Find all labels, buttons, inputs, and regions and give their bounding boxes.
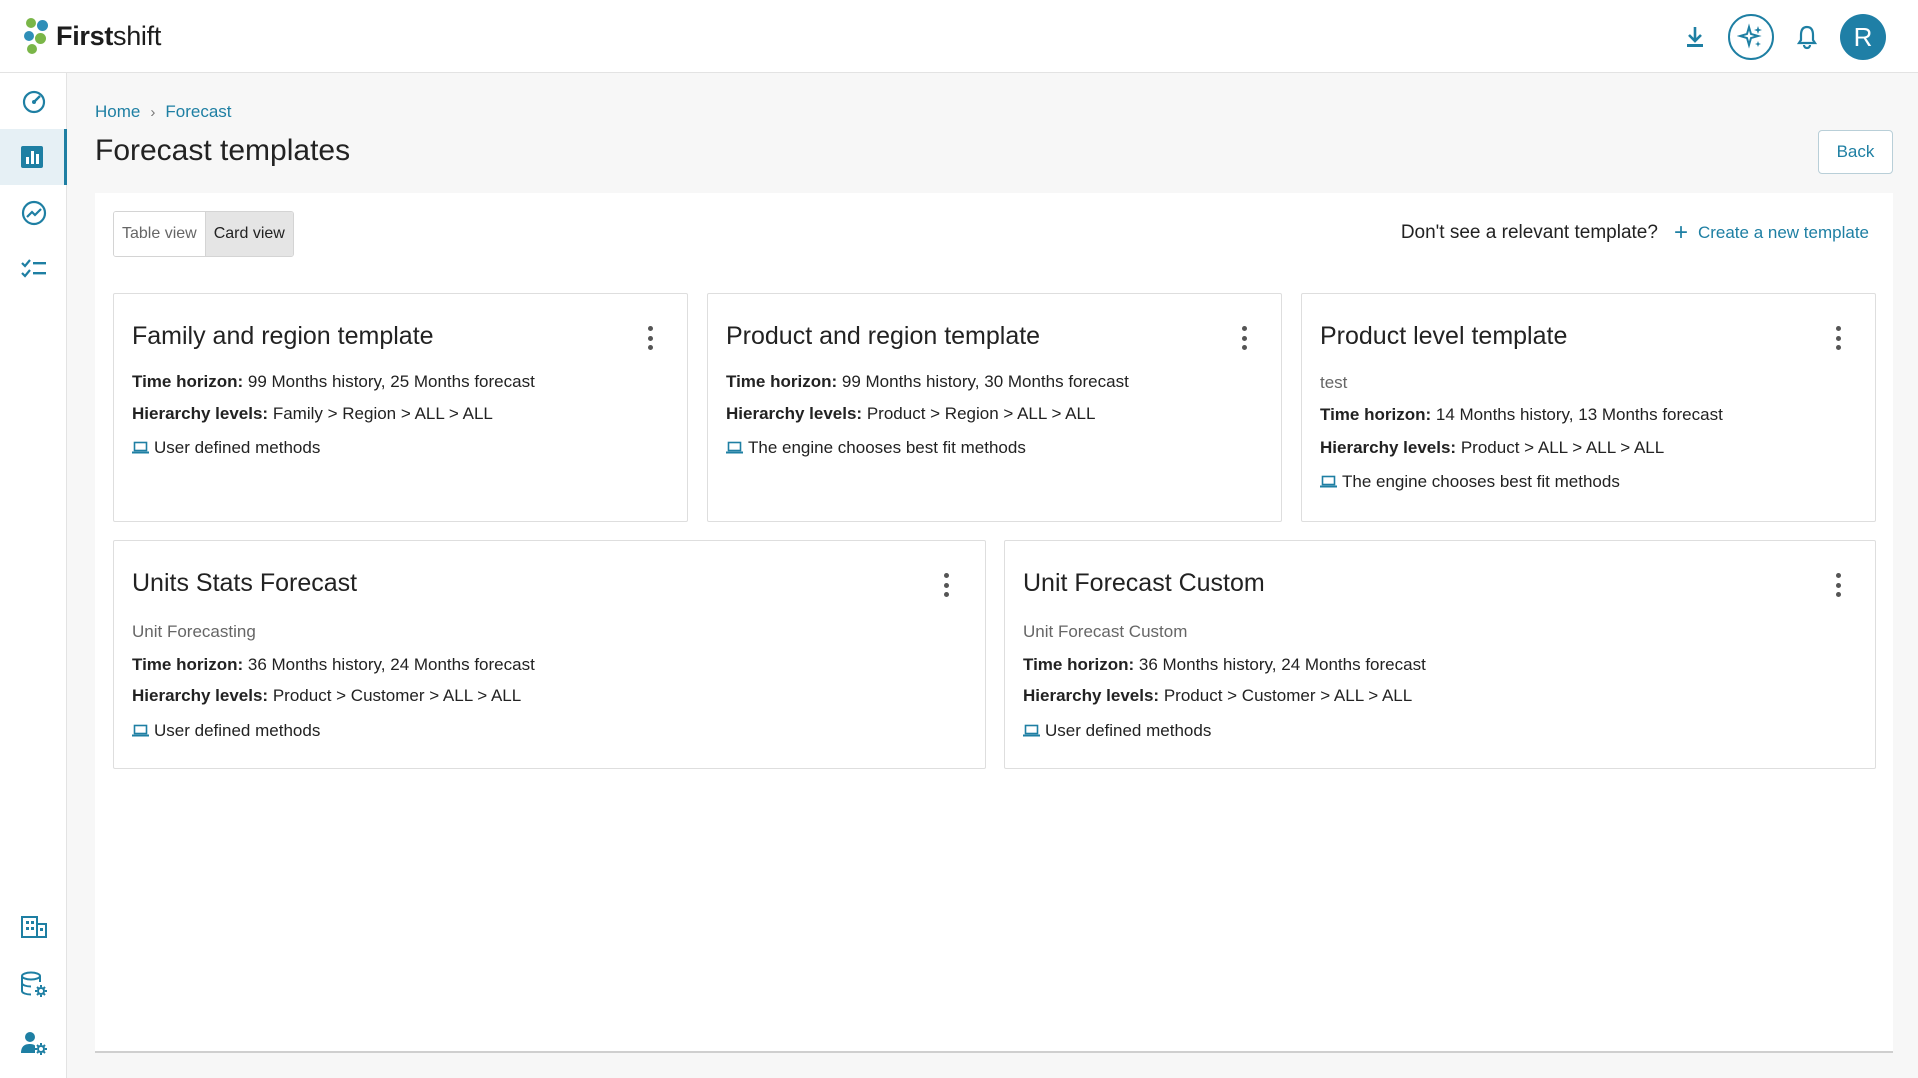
card-time-horizon: Time horizon: 99 Months history, 30 Mont… [726, 372, 1129, 391]
card-hierarchy-levels: Hierarchy levels: Family > Region > ALL … [132, 404, 493, 423]
templates-panel: Table view Card view Don't see a relevan… [95, 193, 1893, 1053]
laptop-icon [1320, 475, 1337, 488]
card-time-horizon: Time horizon: 99 Months history, 25 Mont… [132, 372, 535, 391]
user-avatar[interactable]: R [1840, 14, 1886, 60]
database-settings-icon [20, 971, 47, 997]
sidebar-item-data-settings[interactable] [0, 957, 67, 1013]
sidebar-item-forecast[interactable] [0, 129, 67, 185]
card-time-horizon: Time horizon: 36 Months history, 24 Mont… [1023, 655, 1426, 674]
more-vertical-icon[interactable] [936, 571, 956, 599]
card-title: Product and region template [726, 322, 1041, 350]
template-card[interactable]: Family and region template Time horizon:… [113, 293, 688, 522]
create-template-prompt: Don't see a relevant template? + Create … [1401, 221, 1869, 245]
more-vertical-icon[interactable] [1234, 324, 1254, 352]
card-method: User defined methods [132, 438, 320, 458]
card-hierarchy-levels: Hierarchy levels: Product > ALL > ALL > … [1320, 438, 1665, 457]
laptop-icon [132, 724, 149, 737]
laptop-icon [132, 441, 149, 454]
card-title: Product level template [1320, 322, 1568, 350]
laptop-icon [726, 441, 743, 454]
card-description: Unit Forecasting [132, 622, 256, 641]
breadcrumb-separator: › [150, 103, 156, 121]
card-time-horizon: Time horizon: 36 Months history, 24 Mont… [132, 655, 535, 674]
more-vertical-icon[interactable] [1828, 324, 1848, 352]
sidebar-item-tasks[interactable] [0, 241, 67, 297]
building-icon [20, 916, 47, 938]
back-button[interactable]: Back [1818, 130, 1893, 174]
card-method: User defined methods [132, 721, 320, 741]
download-icon[interactable] [1672, 14, 1718, 60]
more-vertical-icon[interactable] [1828, 571, 1848, 599]
card-title: Unit Forecast Custom [1023, 569, 1265, 597]
card-view-option[interactable]: Card view [204, 212, 293, 256]
breadcrumb-forecast-link[interactable]: Forecast [165, 102, 231, 122]
template-card[interactable]: Product level template test Time horizon… [1301, 293, 1876, 522]
laptop-icon [1023, 724, 1040, 737]
card-method: User defined methods [1023, 721, 1211, 741]
breadcrumb: Home › Forecast [95, 102, 232, 122]
logo-mark-icon [24, 16, 52, 56]
prompt-text: Don't see a relevant template? [1400, 222, 1658, 243]
card-method: The engine chooses best fit methods [726, 438, 1026, 458]
view-toggle: Table view Card view [113, 211, 294, 257]
card-method: The engine chooses best fit methods [1320, 472, 1620, 492]
table-view-option[interactable]: Table view [114, 212, 205, 256]
card-hierarchy-levels: Hierarchy levels: Product > Region > ALL… [726, 404, 1096, 423]
template-card[interactable]: Units Stats Forecast Unit Forecasting Ti… [113, 540, 986, 769]
card-description: Unit Forecast Custom [1023, 622, 1188, 641]
breadcrumb-home-link[interactable]: Home [95, 102, 140, 122]
user-settings-icon [20, 1032, 47, 1055]
more-vertical-icon[interactable] [640, 324, 660, 352]
brand-name: Firstshift [56, 20, 162, 51]
card-hierarchy-levels: Hierarchy levels: Product > Customer > A… [132, 686, 522, 705]
card-time-horizon: Time horizon: 14 Months history, 13 Mont… [1320, 405, 1723, 424]
template-card[interactable]: Unit Forecast Custom Unit Forecast Custo… [1004, 540, 1876, 769]
sidebar [0, 73, 67, 1078]
page-title: Forecast templates [95, 134, 351, 167]
card-title: Units Stats Forecast [132, 569, 358, 597]
sidebar-item-user-settings[interactable] [0, 1015, 67, 1071]
sidebar-item-analytics[interactable] [0, 185, 67, 241]
checklist-icon [20, 259, 46, 278]
sidebar-item-organization[interactable] [0, 899, 67, 955]
card-description: test [1320, 373, 1348, 392]
sidebar-item-dashboard[interactable] [0, 73, 67, 129]
bell-icon[interactable] [1784, 14, 1830, 60]
bar-chart-icon [21, 146, 43, 168]
card-hierarchy-levels: Hierarchy levels: Product > Customer > A… [1023, 686, 1413, 705]
create-template-label: Create a new template [1697, 223, 1869, 242]
create-template-link[interactable]: + Create a new template [1674, 221, 1869, 245]
top-bar: Firstshift R [0, 0, 1918, 73]
dashboard-gauge-icon [22, 90, 45, 114]
trend-icon [21, 200, 46, 226]
sparkle-icon[interactable] [1728, 14, 1774, 60]
card-title: Family and region template [132, 322, 434, 350]
template-card[interactable]: Product and region template Time horizon… [707, 293, 1282, 522]
plus-icon: + [1673, 219, 1688, 246]
firstshift-logo[interactable]: Firstshift [24, 16, 161, 56]
